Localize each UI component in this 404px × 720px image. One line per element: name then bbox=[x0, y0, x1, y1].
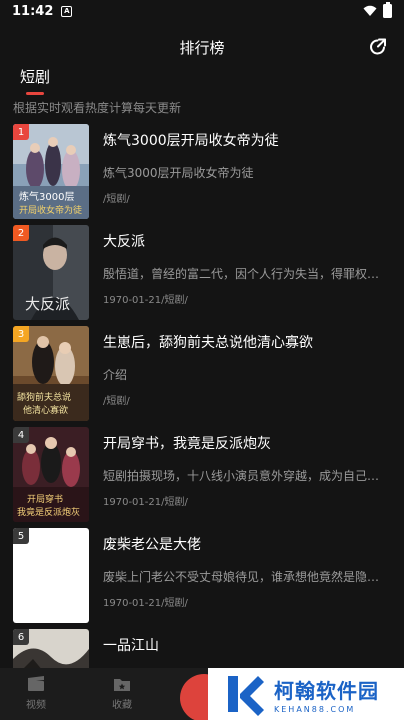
item-title: 炼气3000层开局收女帝为徒 bbox=[103, 133, 279, 149]
item-desc: 短剧拍摄现场，十八线小演员意外穿越，成为自己饰… bbox=[103, 469, 388, 483]
item-meta: 1970-01-21/短剧/ bbox=[103, 598, 188, 609]
list-item[interactable]: 3 舔狗前夫总说 他清心寡欲 生崽后，舔狗前夫总说他清心寡欲 介绍 /短剧/ bbox=[0, 324, 404, 425]
title-bar: 排行榜 bbox=[0, 34, 404, 60]
battery-icon bbox=[383, 2, 392, 18]
watermark-name: 柯翰软件园 bbox=[274, 678, 379, 703]
rank-badge: 4 bbox=[13, 427, 29, 443]
item-title: 大反派 bbox=[103, 234, 145, 250]
page-title: 排行榜 bbox=[179, 38, 225, 57]
list-item[interactable]: 5 废柴老公是大佬 废柴上门老公不受丈母娘待见，谁承想他竟然是隐… 1970-0… bbox=[0, 526, 404, 627]
rank-badge: 3 bbox=[13, 326, 29, 342]
watermark-logo bbox=[228, 676, 264, 716]
item-desc: 废柴上门老公不受丈母娘待见，谁承想他竟然是隐… bbox=[103, 570, 380, 584]
poster-image: 4 开局穿书 我竟是反派炮灰 bbox=[13, 427, 89, 522]
notification-icon: A bbox=[61, 5, 73, 17]
item-title: 废柴老公是大佬 bbox=[103, 537, 201, 553]
list-item[interactable]: 1 炼气3000层 开局收女帝为徒 炼气3000层开局收女帝为徒 炼气3000层… bbox=[0, 122, 404, 223]
item-meta: /短剧/ bbox=[103, 194, 130, 205]
item-desc: 炼气3000层开局收女帝为徒 bbox=[103, 166, 254, 180]
item-desc: 介绍 bbox=[103, 368, 128, 382]
item-title: 生崽后，舔狗前夫总说他清心寡欲 bbox=[103, 335, 313, 351]
svg-text:舔狗前夫总说: 舔狗前夫总说 bbox=[17, 391, 71, 403]
svg-text:炼气3000层: 炼气3000层 bbox=[19, 190, 74, 203]
svg-text:大反派: 大反派 bbox=[25, 295, 70, 313]
item-meta: /短剧/ bbox=[103, 396, 130, 407]
wifi-icon bbox=[363, 5, 377, 16]
list-item[interactable]: 4 开局穿书 我竟是反派炮灰 开局穿书，我竟是反派炮灰 短剧拍摄现场，十八线小演… bbox=[0, 425, 404, 526]
item-desc: 殷悟道，曾经的富二代，因个人行为失当，得罪权贵… bbox=[103, 267, 388, 281]
item-title: 开局穿书，我竟是反派炮灰 bbox=[103, 436, 271, 452]
status-time: 11:42 bbox=[12, 3, 54, 19]
watermark-domain: KEHAN88.COM bbox=[274, 704, 356, 714]
folder-star-icon bbox=[114, 679, 130, 691]
svg-text:我竟是反派炮灰: 我竟是反派炮灰 bbox=[17, 506, 80, 518]
nav-label-video: 视频 bbox=[26, 700, 46, 711]
share-icon[interactable] bbox=[368, 37, 388, 57]
item-meta: 1970-01-21/短剧/ bbox=[103, 497, 188, 508]
status-right bbox=[363, 2, 392, 18]
rank-badge: 6 bbox=[13, 629, 29, 645]
poster-image: 2 大反派 bbox=[13, 225, 89, 320]
tab-short-drama[interactable]: 短剧 bbox=[20, 66, 50, 95]
nav-label-favorites: 收藏 bbox=[112, 700, 132, 711]
svg-text:开局穿书: 开局穿书 bbox=[27, 493, 63, 505]
clapperboard-icon bbox=[28, 676, 44, 691]
svg-text:开局收女帝为徒: 开局收女帝为徒 bbox=[19, 204, 82, 216]
rank-badge: 2 bbox=[13, 225, 29, 241]
tab-bar: 短剧 bbox=[20, 66, 50, 95]
rank-badge: 1 bbox=[13, 124, 29, 140]
item-meta: 1970-01-21/短剧/ bbox=[103, 295, 188, 306]
rank-badge: 5 bbox=[13, 528, 29, 544]
nav-item-video[interactable]: 视频 bbox=[0, 668, 72, 720]
watermark: 柯翰软件园 KEHAN88.COM bbox=[208, 668, 404, 720]
list-item[interactable]: 2 大反派 大反派 殷悟道，曾经的富二代，因个人行为失当，得罪权贵… 1970-… bbox=[0, 223, 404, 324]
ranking-list: 1 炼气3000层 开局收女帝为徒 炼气3000层开局收女帝为徒 炼气3000层… bbox=[0, 122, 404, 720]
nav-item-favorites[interactable]: 收藏 bbox=[86, 668, 158, 720]
poster-image: 3 舔狗前夫总说 他清心寡欲 bbox=[13, 326, 89, 421]
svg-text:他清心寡欲: 他清心寡欲 bbox=[23, 404, 68, 416]
poster-image: 5 bbox=[13, 528, 89, 623]
poster-image: 1 炼气3000层 开局收女帝为徒 bbox=[13, 124, 89, 219]
status-bar: 11:42 A bbox=[0, 0, 404, 22]
ranking-subtitle: 根据实时观看热度计算每天更新 bbox=[13, 101, 182, 115]
item-title: 一品江山 bbox=[103, 638, 159, 654]
